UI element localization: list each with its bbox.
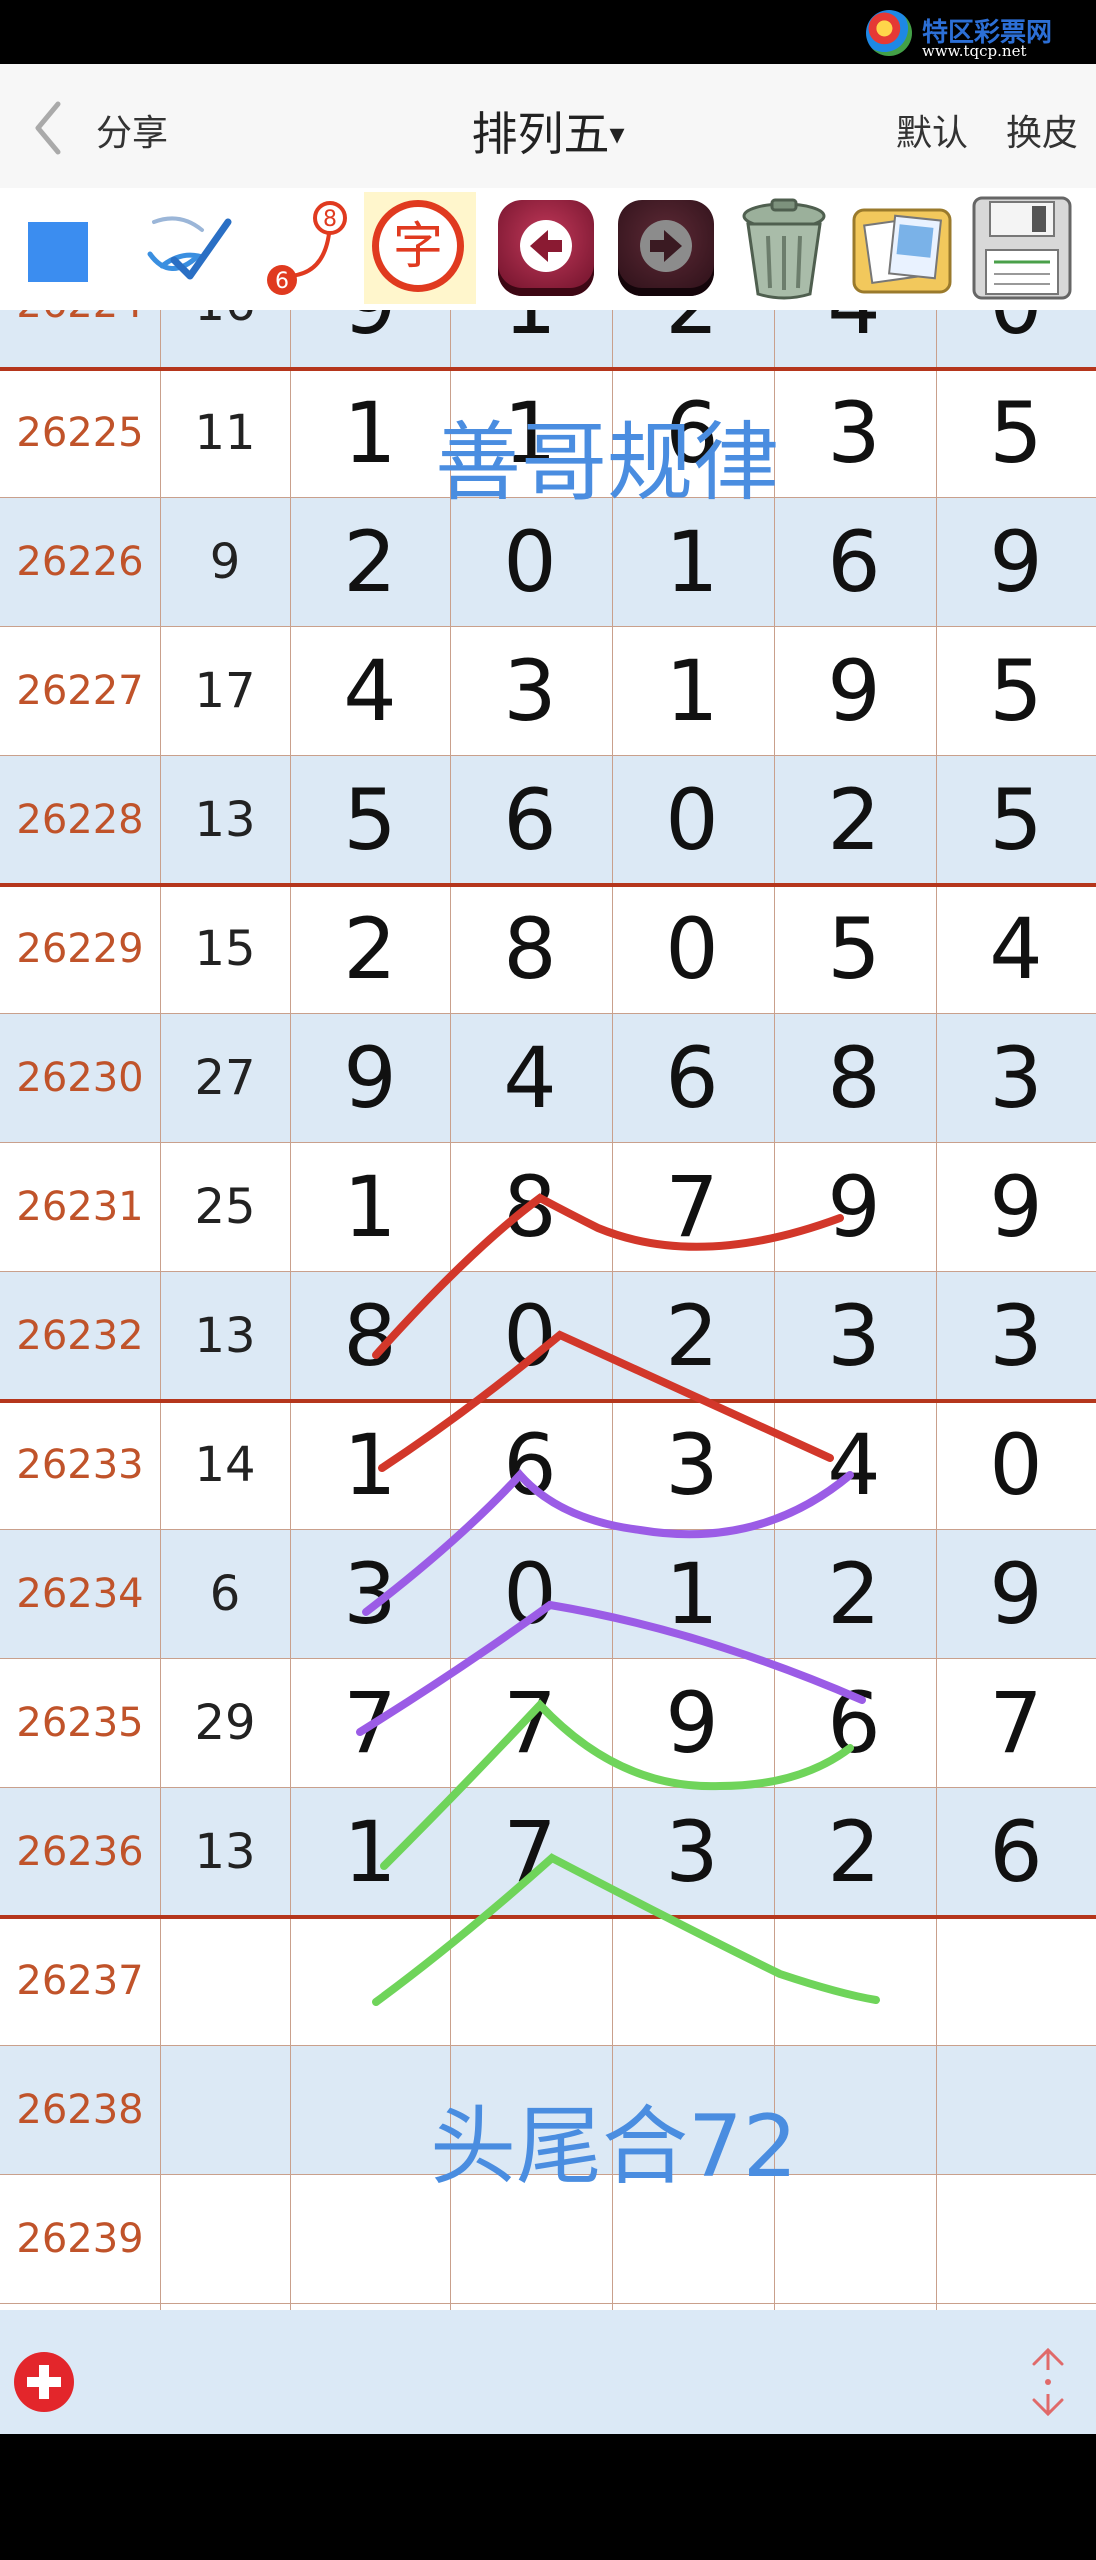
navigation-bar [0,2434,1096,2560]
dropdown-caret-icon: ▾ [609,117,625,152]
site-logo: 特区彩票网 www.tqcp.net [866,6,1086,60]
add-circle-icon[interactable] [14,2352,74,2412]
purple-stroke-2 [356,1600,866,1736]
red-stroke-2 [378,1330,834,1472]
green-stroke-1 [380,1699,854,1870]
number-link-glyph: 8 6 [267,201,347,295]
page-title-text: 排列五 [471,107,610,161]
floppy-glyph [972,196,1072,300]
save-icon[interactable] [966,192,1078,304]
redo-arrow-icon[interactable] [610,192,722,304]
logo-emblem-icon [866,10,912,56]
app-header: 分享 排列五▾ 默认 换皮 [0,64,1096,188]
right-arrow-glyph [640,220,692,272]
redo-button-face [618,200,714,296]
photo-glyph [852,208,952,294]
left-arrow-glyph [520,220,572,272]
green-stroke-2 [372,1853,880,2006]
lottery-history-table[interactable]: 2622416912402622511116352622692016926227… [0,310,1096,2310]
badge-top: 8 [323,207,337,232]
badge-bottom: 6 [275,269,289,294]
number-link-icon[interactable]: 8 6 [258,192,370,304]
overlay-title-text: 善哥规律 [435,413,779,513]
logo-url: www.tqcp.net [922,42,1027,60]
bottom-bar [0,2310,1096,2434]
undo-button-face [498,200,594,296]
color-square-icon[interactable] [20,192,132,304]
color-swatch [28,222,88,282]
default-button[interactable]: 默认 [896,104,968,156]
trash-icon[interactable] [728,192,840,304]
purple-stroke-1 [362,1469,854,1616]
overlay-sum-text: 头尾合72 [430,2097,798,2197]
status-bar: 特区彩票网 www.tqcp.net [0,0,1096,64]
photo-icon[interactable] [846,192,958,304]
zi-character-icon[interactable]: 字 [364,192,476,304]
hand-drawn-annotations [356,1193,880,2006]
trash-glyph [742,198,826,300]
pen-check-icon[interactable] [140,192,252,304]
undo-arrow-icon[interactable] [490,192,602,304]
red-stroke-1 [372,1193,844,1359]
pen-check-glyph [147,216,232,280]
change-skin-button[interactable]: 换皮 [1006,104,1078,156]
up-down-arrows-icon[interactable] [1028,2346,1068,2418]
zi-label: 字 [372,200,464,292]
drawing-toolbar: 8 6 字 [0,188,1096,310]
